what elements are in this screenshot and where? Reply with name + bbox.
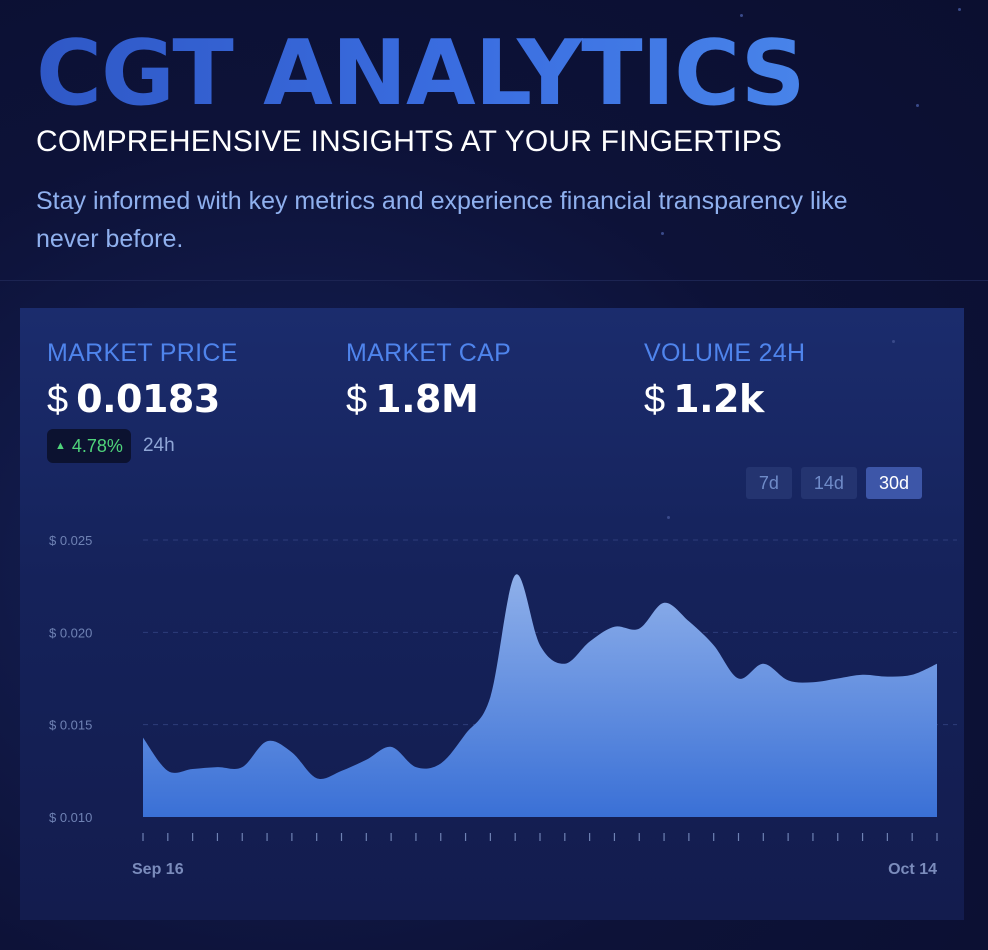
- price-area: [143, 574, 937, 817]
- hero-description: Stay informed with key metrics and exper…: [36, 187, 848, 253]
- star-dot: [740, 14, 743, 17]
- hero-subtitle: COMPREHENSIVE INSIGHTS AT YOUR FINGERTIP…: [36, 125, 783, 158]
- y-tick-label: $ 0.025: [49, 533, 92, 548]
- star-dot: [958, 8, 961, 11]
- y-tick-label: $ 0.020: [49, 625, 92, 640]
- hero-title: CGT ANALYTICS: [36, 24, 976, 124]
- x-tick-label: Oct 14: [888, 861, 937, 878]
- y-tick-label: $ 0.010: [49, 810, 92, 825]
- x-tick-label: Sep 16: [132, 861, 184, 878]
- hero-section: CGT ANALYTICS COMPREHENSIVE INSIGHTS AT …: [36, 24, 976, 258]
- analytics-card: MARKET PRICE $0.0183 MARKET CAP $1.8M VO…: [20, 308, 964, 920]
- price-chart: $ 0.010 $ 0.015 $ 0.020 $ 0.025 Sep 16 Oct 14: [49, 533, 957, 878]
- y-tick-label: $ 0.015: [49, 718, 92, 733]
- section-divider: [0, 280, 988, 281]
